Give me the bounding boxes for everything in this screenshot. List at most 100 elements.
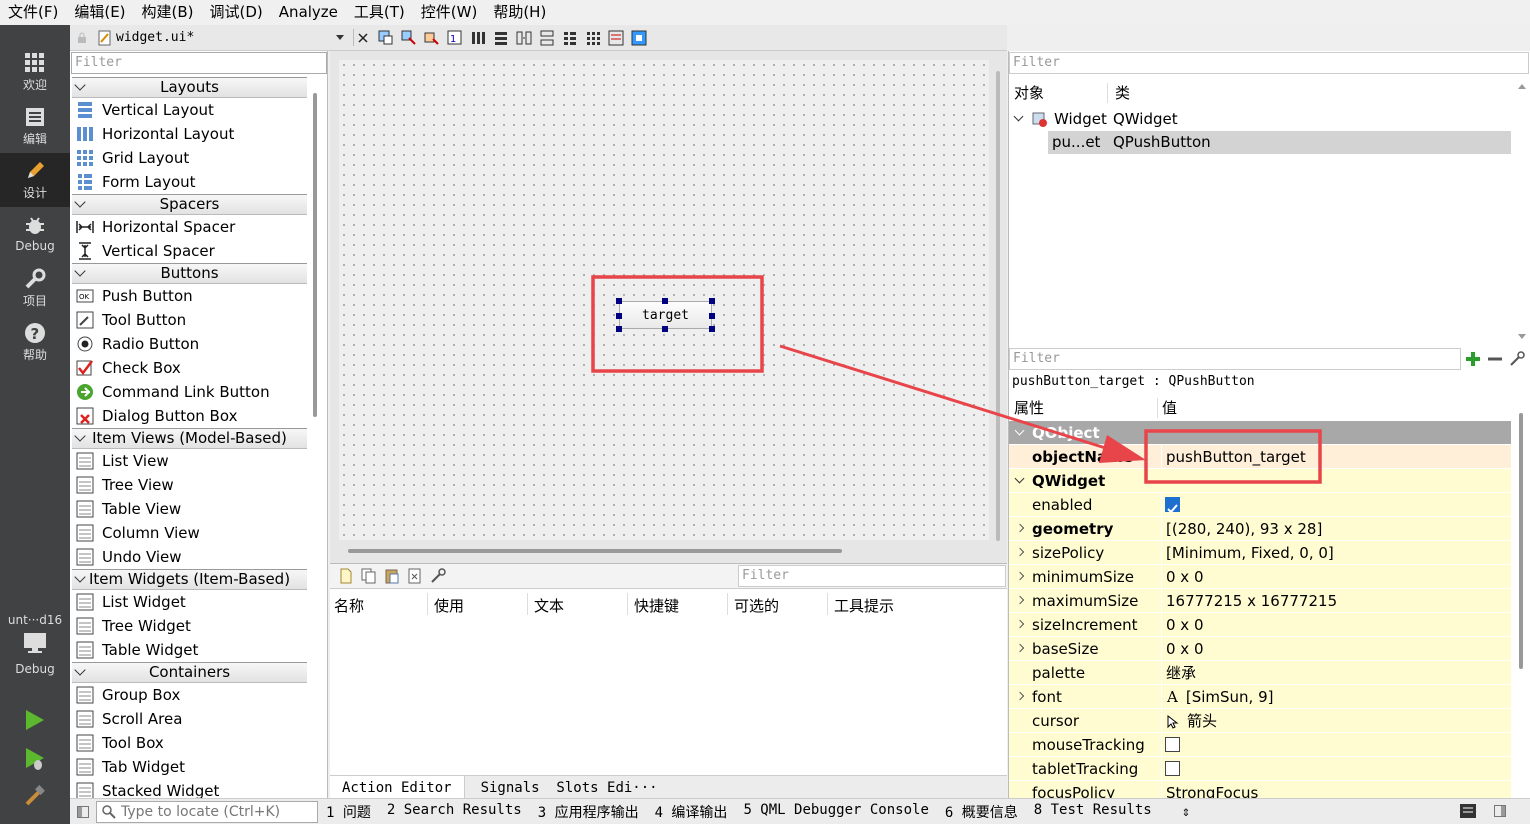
widget-item[interactable]: OK Push Button: [70, 284, 327, 308]
layout-splitter-v-icon[interactable]: [537, 29, 556, 46]
property-filter-input[interactable]: Filter: [1009, 348, 1461, 370]
output-pane-toggle-icon[interactable]: [1460, 804, 1476, 822]
checkbox[interactable]: [1165, 737, 1180, 752]
widget-item[interactable]: Table View: [70, 497, 327, 521]
property-value[interactable]: 0 x 0: [1161, 565, 1204, 589]
menu-item[interactable]: 工具(T): [346, 0, 413, 25]
copy-action-icon[interactable]: [359, 568, 378, 585]
property-value[interactable]: [Minimum, Fixed, 0, 0]: [1161, 541, 1334, 565]
mode-grid[interactable]: 欢迎: [0, 45, 70, 99]
category-header[interactable]: Item Widgets (Item-Based): [72, 569, 307, 590]
close-document-icon[interactable]: [353, 29, 372, 46]
output-pane-button[interactable]: 8 Test Results: [1034, 802, 1152, 822]
object-filter-input[interactable]: Filter: [1009, 52, 1529, 74]
menu-item[interactable]: 调试(D): [202, 0, 271, 25]
widget-item[interactable]: Undo View: [70, 545, 327, 569]
canvas-vertical-scrollbar[interactable]: [996, 71, 1000, 541]
mode-bug[interactable]: Debug: [0, 207, 70, 261]
menu-item[interactable]: 文件(F): [0, 0, 66, 25]
menu-item[interactable]: 控件(W): [413, 0, 486, 25]
checkbox[interactable]: [1165, 761, 1180, 776]
layout-vertical-icon[interactable]: [491, 29, 510, 46]
widget-item[interactable]: Check Box: [70, 356, 327, 380]
chevron-right-icon[interactable]: [1015, 547, 1025, 557]
action-column-header[interactable]: 文本: [534, 595, 564, 616]
widget-item[interactable]: Horizontal Spacer: [70, 215, 327, 239]
property-row-minimumSize[interactable]: minimumSize 0 x 0: [1009, 565, 1511, 589]
widget-item[interactable]: List View: [70, 449, 327, 473]
action-column-header[interactable]: 使用: [434, 595, 464, 616]
output-pane-button[interactable]: 1 问题: [326, 802, 371, 822]
property-row-QObject[interactable]: QObject: [1009, 421, 1511, 445]
configure-property-icon[interactable]: [1509, 351, 1525, 371]
property-editor-scrollbar[interactable]: [1519, 413, 1523, 669]
checkbox[interactable]: [1165, 497, 1180, 514]
tree-row-pushbutton[interactable]: pu...et QPushButton: [1048, 131, 1511, 154]
add-dynamic-property-icon[interactable]: [1465, 351, 1481, 371]
property-row-QWidget[interactable]: QWidget: [1009, 469, 1511, 493]
document-selector[interactable]: widget.ui*: [116, 30, 328, 45]
property-value[interactable]: 0 x 0: [1161, 637, 1204, 661]
property-row-geometry[interactable]: geometry [(280, 240), 93 x 28]: [1009, 517, 1511, 541]
dropdown-icon[interactable]: [330, 29, 349, 46]
property-value[interactable]: 0 x 0: [1161, 613, 1204, 637]
output-pane-button[interactable]: 6 概要信息: [945, 802, 1018, 822]
selection-handle[interactable]: [709, 313, 715, 319]
mode-wrench[interactable]: 项目: [0, 261, 70, 315]
widget-item[interactable]: Column View: [70, 521, 327, 545]
selection-handle[interactable]: [709, 326, 715, 332]
widget-filter-input[interactable]: Filter: [71, 52, 327, 74]
widget-item[interactable]: Stacked Widget: [70, 779, 327, 798]
selection-handle[interactable]: [616, 313, 622, 319]
category-header[interactable]: Buttons: [72, 263, 307, 284]
selection-handle[interactable]: [662, 326, 668, 332]
action-column-header[interactable]: 工具提示: [834, 595, 894, 616]
property-row-baseSize[interactable]: baseSize 0 x 0: [1009, 637, 1511, 661]
menu-item[interactable]: 帮助(H): [485, 0, 554, 25]
widget-item[interactable]: List Widget: [70, 590, 327, 614]
widget-item[interactable]: Table Widget: [70, 638, 327, 662]
configure-icon[interactable]: [428, 568, 447, 585]
mode-document[interactable]: 编辑: [0, 99, 70, 153]
delete-action-icon[interactable]: [405, 568, 424, 585]
widget-item[interactable]: Horizontal Layout: [70, 122, 327, 146]
category-header[interactable]: Containers: [72, 662, 307, 683]
widget-item[interactable]: Radio Button: [70, 332, 327, 356]
output-pane-button[interactable]: 5 QML Debugger Console: [743, 802, 928, 822]
chevron-right-icon[interactable]: [1015, 571, 1025, 581]
selection-handle[interactable]: [662, 298, 668, 304]
chevron-right-icon[interactable]: [1015, 595, 1025, 605]
debug-run-icon[interactable]: [24, 747, 46, 775]
remove-property-icon[interactable]: [1487, 351, 1503, 371]
edit-tab-order-icon[interactable]: 1: [445, 29, 464, 46]
break-layout-icon[interactable]: [606, 29, 625, 46]
layout-form-icon[interactable]: [560, 29, 579, 46]
widget-item[interactable]: Vertical Spacer: [70, 239, 327, 263]
widget-box-scrollbar[interactable]: [313, 93, 317, 417]
property-row-focusPolicy[interactable]: focusPolicy StrongFocus: [1009, 781, 1511, 798]
mode-help[interactable]: ? 帮助: [0, 315, 70, 369]
action-column-header[interactable]: 可选的: [734, 595, 779, 616]
edit-widgets-icon[interactable]: [376, 29, 395, 46]
property-value[interactable]: [1161, 493, 1180, 517]
mode-pencil[interactable]: 设计: [0, 153, 70, 207]
build-icon[interactable]: [24, 785, 46, 811]
canvas-horizontal-scrollbar[interactable]: [348, 549, 842, 553]
property-value[interactable]: 箭头: [1161, 709, 1217, 733]
selection-handle[interactable]: [709, 298, 715, 304]
chevron-right-icon[interactable]: [1015, 643, 1025, 653]
new-action-icon[interactable]: [336, 568, 355, 585]
widget-item[interactable]: Tree View: [70, 473, 327, 497]
action-column-header[interactable]: 快捷键: [634, 595, 679, 616]
widget-item[interactable]: Grid Layout: [70, 146, 327, 170]
chevron-right-icon[interactable]: [1015, 523, 1025, 533]
property-row-font[interactable]: font A [SimSun, 9]: [1009, 685, 1511, 709]
action-column-header[interactable]: 名称: [334, 595, 364, 616]
run-icon[interactable]: [24, 709, 46, 735]
category-header[interactable]: Spacers: [72, 194, 307, 215]
locator-input[interactable]: Type to locate (Ctrl+K): [96, 800, 318, 823]
output-pane-button[interactable]: 2 Search Results: [387, 802, 522, 822]
property-row-maximumSize[interactable]: maximumSize 16777215 x 16777215: [1009, 589, 1511, 613]
chevron-right-icon[interactable]: [1015, 619, 1025, 629]
action-filter-input[interactable]: Filter: [738, 565, 1006, 587]
